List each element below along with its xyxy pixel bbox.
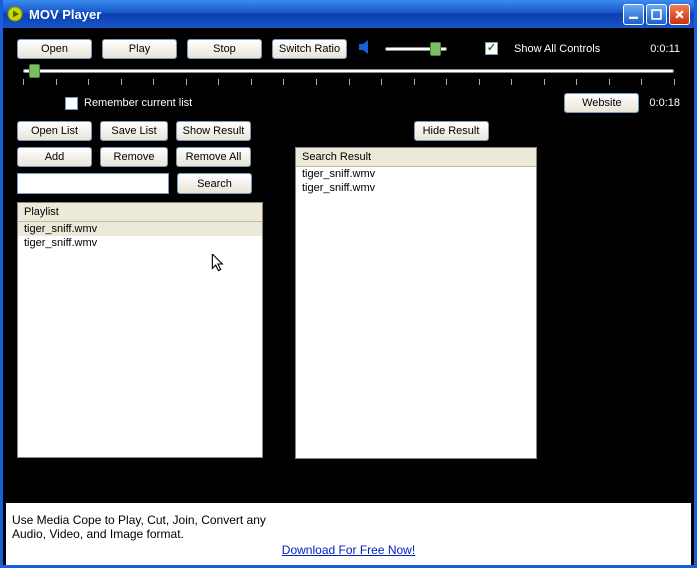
playlist-header: Playlist: [18, 203, 262, 222]
footer-text-1: Use Media Cope to Play, Cut, Join, Conve…: [12, 513, 685, 527]
open-list-button[interactable]: Open List: [17, 121, 92, 141]
speaker-icon: [357, 38, 375, 59]
remove-all-button[interactable]: Remove All: [176, 147, 251, 167]
right-panel: Hide Result Search Result tiger_sniff.wm…: [295, 121, 537, 459]
remove-button[interactable]: Remove: [100, 147, 168, 167]
volume-slider[interactable]: [385, 42, 447, 56]
remember-list-checkbox[interactable]: [65, 97, 78, 110]
remember-list-label: Remember current list: [84, 97, 192, 109]
window-buttons: [623, 4, 690, 25]
remember-row: Remember current list Website 0:0:18: [17, 93, 680, 113]
footer: Use Media Cope to Play, Cut, Join, Conve…: [6, 503, 691, 565]
search-input[interactable]: [17, 173, 169, 194]
playback-controls: Open Play Stop Switch Ratio Show All Con…: [17, 38, 680, 59]
search-result-header: Search Result: [296, 148, 536, 167]
save-list-button[interactable]: Save List: [100, 121, 168, 141]
show-result-button[interactable]: Show Result: [176, 121, 251, 141]
hide-result-button[interactable]: Hide Result: [414, 121, 489, 141]
download-link[interactable]: Download For Free Now!: [282, 543, 415, 557]
app-icon: [7, 6, 23, 22]
volume-thumb[interactable]: [430, 42, 441, 56]
seek-ticks: [23, 79, 674, 89]
footer-text-2: Audio, Video, and Image format.: [12, 527, 685, 541]
left-panel: Open List Save List Show Result Add Remo…: [17, 121, 263, 459]
search-button[interactable]: Search: [177, 173, 252, 194]
app-window: MOV Player Open Play Stop Switch Ratio S…: [0, 0, 697, 568]
close-button[interactable]: [669, 4, 690, 25]
list-item[interactable]: tiger_sniff.wmv: [296, 181, 536, 195]
seek-slider[interactable]: [23, 69, 674, 73]
time-elapsed: 0:0:11: [650, 43, 680, 55]
panels: Open List Save List Show Result Add Remo…: [17, 121, 680, 459]
website-button[interactable]: Website: [564, 93, 639, 113]
minimize-button[interactable]: [623, 4, 644, 25]
show-all-controls-label: Show All Controls: [514, 43, 600, 55]
list-item[interactable]: tiger_sniff.wmv: [18, 236, 262, 250]
content-area: Open Play Stop Switch Ratio Show All Con…: [3, 28, 694, 503]
switch-ratio-button[interactable]: Switch Ratio: [272, 39, 347, 59]
app-title: MOV Player: [29, 7, 101, 22]
titlebar: MOV Player: [3, 0, 694, 28]
time-total: 0:0:18: [649, 97, 680, 109]
stop-button[interactable]: Stop: [187, 39, 262, 59]
seek-thumb[interactable]: [29, 64, 40, 78]
add-button[interactable]: Add: [17, 147, 92, 167]
list-item[interactable]: tiger_sniff.wmv: [18, 222, 262, 236]
play-button[interactable]: Play: [102, 39, 177, 59]
open-button[interactable]: Open: [17, 39, 92, 59]
search-result-listbox[interactable]: Search Result tiger_sniff.wmvtiger_sniff…: [295, 147, 537, 459]
list-item[interactable]: tiger_sniff.wmv: [296, 167, 536, 181]
maximize-button[interactable]: [646, 4, 667, 25]
playlist-listbox[interactable]: Playlist tiger_sniff.wmvtiger_sniff.wmv: [17, 202, 263, 458]
show-all-controls-checkbox[interactable]: [485, 42, 498, 55]
